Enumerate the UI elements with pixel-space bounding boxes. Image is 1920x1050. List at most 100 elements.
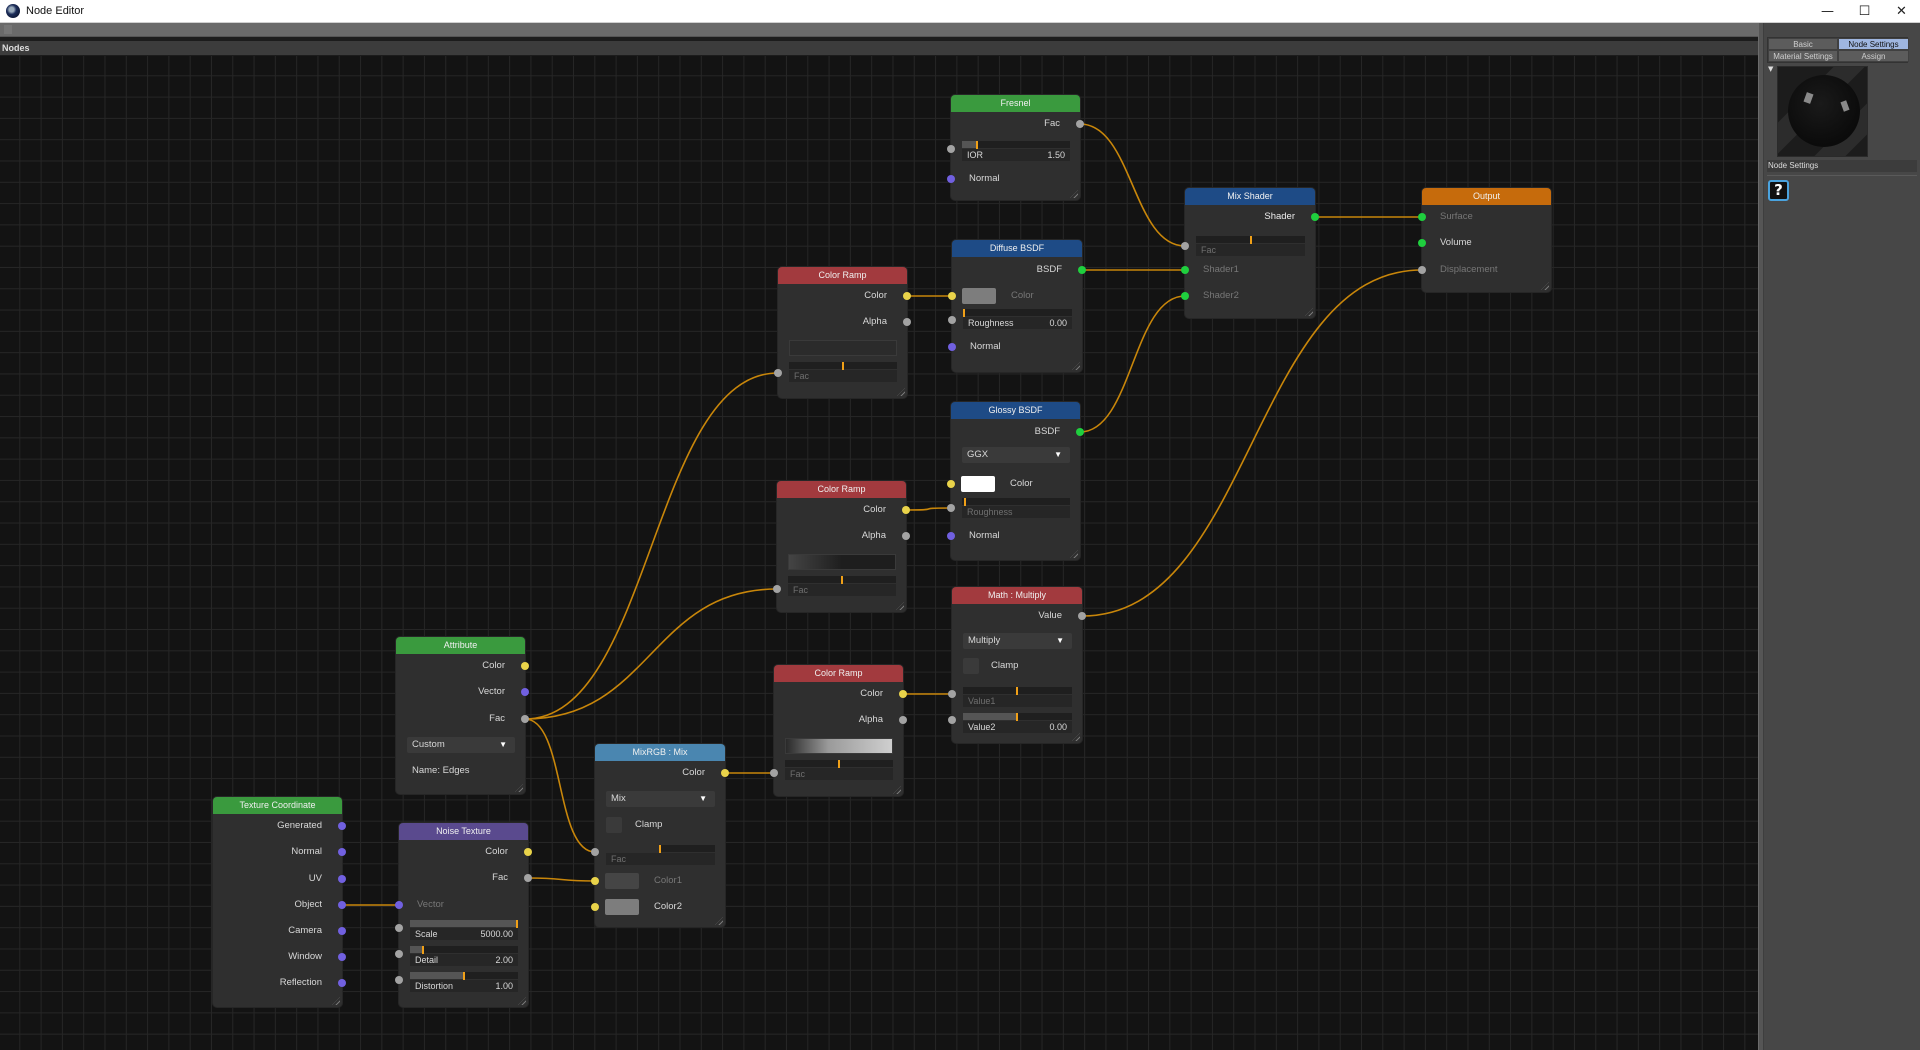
color-swatch[interactable] xyxy=(962,288,996,304)
color1-swatch[interactable] xyxy=(605,873,639,889)
tab-node-settings[interactable]: Node Settings xyxy=(1838,38,1909,50)
output-socket-camera[interactable] xyxy=(338,927,346,935)
input-socket-normal[interactable] xyxy=(947,532,955,540)
node-title[interactable]: Color Ramp xyxy=(777,481,906,498)
node-color-ramp-1[interactable]: Color Ramp Color Alpha Fac xyxy=(774,267,911,398)
output-socket-generated[interactable] xyxy=(338,822,346,830)
output-socket-color[interactable] xyxy=(903,292,911,300)
input-socket-value1[interactable] xyxy=(948,690,956,698)
tab-material-settings[interactable]: Material Settings xyxy=(1768,50,1838,62)
fac-slider[interactable]: Fac xyxy=(788,576,896,598)
output-socket-fac[interactable] xyxy=(521,715,529,723)
node-title[interactable]: Noise Texture xyxy=(399,823,528,840)
toolbar-grip-icon[interactable] xyxy=(4,25,12,34)
input-socket-fac[interactable] xyxy=(774,369,782,377)
tab-assign[interactable]: Assign xyxy=(1838,50,1909,62)
maximize-button[interactable]: ☐ xyxy=(1846,0,1883,23)
output-socket-alpha[interactable] xyxy=(903,318,911,326)
input-socket-roughness[interactable] xyxy=(947,504,955,512)
node-mix-shader[interactable]: Mix Shader Shader Fac Shader1 Shader2 xyxy=(1181,188,1319,318)
node-title[interactable]: Fresnel xyxy=(951,95,1080,112)
node-title[interactable]: Attribute xyxy=(396,637,525,654)
node-title[interactable]: Math : Multiply xyxy=(952,587,1082,604)
node-output[interactable]: Output Surface Volume Displacement xyxy=(1418,188,1551,292)
input-socket-fac[interactable] xyxy=(1181,242,1189,250)
fac-slider[interactable]: Fac xyxy=(789,362,897,384)
node-title[interactable]: Color Ramp xyxy=(774,665,903,682)
input-socket-volume[interactable] xyxy=(1418,239,1426,247)
resize-handle[interactable] xyxy=(518,997,526,1005)
node-title[interactable]: MixRGB : Mix xyxy=(595,744,725,761)
node-noise-texture[interactable]: Noise Texture Color Fac Vector Scale 5000… xyxy=(395,823,532,1007)
input-socket-detail[interactable] xyxy=(395,950,403,958)
input-socket-normal[interactable] xyxy=(948,343,956,351)
attribute-type-dropdown[interactable]: Custom ▼ xyxy=(407,737,515,753)
material-preview[interactable] xyxy=(1777,66,1868,157)
detail-slider[interactable]: Detail 2.00 xyxy=(410,946,518,968)
resize-handle[interactable] xyxy=(893,786,901,794)
roughness-slider[interactable]: Roughness 0.00 xyxy=(963,309,1072,331)
resize-handle[interactable] xyxy=(332,997,340,1005)
output-socket-color[interactable] xyxy=(524,848,532,856)
color-ramp-gradient[interactable] xyxy=(785,738,893,754)
node-diffuse-bsdf[interactable]: Diffuse BSDF BSDF Color Roughness 0.00 No… xyxy=(948,240,1086,372)
resize-handle[interactable] xyxy=(515,784,523,792)
help-icon[interactable]: ? xyxy=(1768,180,1789,201)
resize-handle[interactable] xyxy=(1070,550,1078,558)
color-ramp-gradient[interactable] xyxy=(789,340,897,356)
node-title[interactable]: Glossy BSDF xyxy=(951,402,1080,419)
minimize-button[interactable]: — xyxy=(1809,0,1846,23)
tab-basic[interactable]: Basic xyxy=(1768,38,1838,50)
input-socket-color2[interactable] xyxy=(591,903,599,911)
link-fresnel-fac-to-mix_shader-fac[interactable] xyxy=(1079,123,1186,247)
input-socket-displacement[interactable] xyxy=(1418,266,1426,274)
resize-handle[interactable] xyxy=(896,602,904,610)
output-socket-bsdf[interactable] xyxy=(1076,428,1084,436)
node-canvas[interactable]: Fresnel Fac IOR 1.50 Normal Diffuse BSDF … xyxy=(0,56,1758,1050)
resize-handle[interactable] xyxy=(1072,362,1080,370)
node-mixrgb[interactable]: MixRGB : Mix Color Mix ▼ Clamp Fac Color1… xyxy=(591,744,729,927)
fac-slider[interactable]: Fac xyxy=(785,760,893,782)
resize-handle[interactable] xyxy=(1070,190,1078,198)
input-socket-shader2[interactable] xyxy=(1181,292,1189,300)
node-title[interactable]: Mix Shader xyxy=(1185,188,1315,205)
resize-handle[interactable] xyxy=(897,388,905,396)
node-texture-coordinate[interactable]: Texture Coordinate Generated Normal UV O… xyxy=(213,797,346,1007)
input-socket-surface[interactable] xyxy=(1418,213,1426,221)
node-title[interactable]: Texture Coordinate xyxy=(213,797,342,814)
collapse-caret-icon[interactable]: ▼ xyxy=(1768,65,1773,73)
output-socket-alpha[interactable] xyxy=(899,716,907,724)
input-socket-distortion[interactable] xyxy=(395,976,403,984)
link-attribute-fac-to-color_ramp_1-fac[interactable] xyxy=(524,372,779,720)
output-socket-color[interactable] xyxy=(721,769,729,777)
value2-slider[interactable]: Value2 0.00 xyxy=(963,713,1072,735)
resize-handle[interactable] xyxy=(1305,308,1313,316)
resize-handle[interactable] xyxy=(715,917,723,925)
node-color-ramp-2[interactable]: Color Ramp Color Alpha Fac xyxy=(773,481,910,612)
output-socket-object[interactable] xyxy=(338,901,346,909)
link-glossy-bsdf-to-mix_shader-shader2[interactable] xyxy=(1079,295,1186,433)
color-ramp-gradient[interactable] xyxy=(788,554,896,570)
output-socket-window[interactable] xyxy=(338,953,346,961)
link-math-value-to-output-displacement[interactable] xyxy=(1081,269,1423,617)
input-socket-shader1[interactable] xyxy=(1181,266,1189,274)
input-socket-color1[interactable] xyxy=(591,877,599,885)
node-math-multiply[interactable]: Math : Multiply Value Multiply ▼ Clamp Va… xyxy=(948,587,1086,743)
output-socket-vector[interactable] xyxy=(521,688,529,696)
input-socket-fac[interactable] xyxy=(770,769,778,777)
attribute-name[interactable]: Name: Edges xyxy=(412,764,470,778)
link-color_ramp_2-color-to-glossy-roughness[interactable] xyxy=(905,507,952,511)
color-swatch[interactable] xyxy=(961,476,995,492)
operation-dropdown[interactable]: Multiply ▼ xyxy=(963,633,1072,649)
input-socket-scale[interactable] xyxy=(395,924,403,932)
node-fresnel[interactable]: Fresnel Fac IOR 1.50 Normal xyxy=(947,95,1084,200)
output-socket-uv[interactable] xyxy=(338,875,346,883)
node-title[interactable]: Color Ramp xyxy=(778,267,907,284)
node-title[interactable]: Diffuse BSDF xyxy=(952,240,1082,257)
node-attribute[interactable]: Attribute Color Vector Fac Custom ▼ Name:… xyxy=(396,637,529,794)
output-socket-value[interactable] xyxy=(1078,612,1086,620)
output-socket-reflection[interactable] xyxy=(338,979,346,987)
output-socket-fac[interactable] xyxy=(524,874,532,882)
input-socket-fac[interactable] xyxy=(591,848,599,856)
roughness-slider[interactable]: Roughness xyxy=(962,498,1070,520)
